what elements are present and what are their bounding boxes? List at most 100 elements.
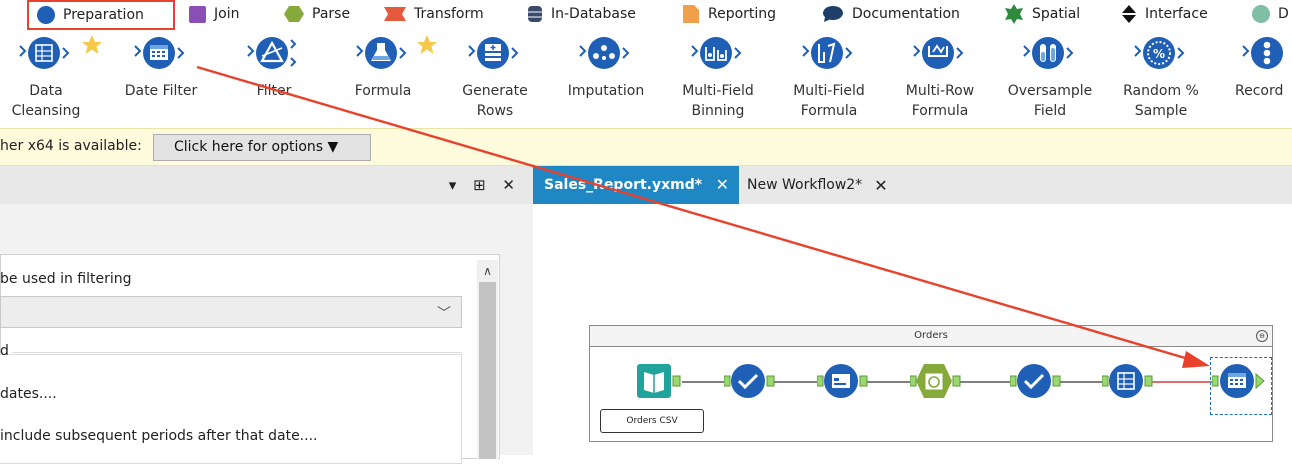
preparation-icon (37, 6, 55, 24)
join-icon (189, 5, 206, 23)
svg-text:%: % (1153, 47, 1165, 61)
tool-label: Imputation (567, 83, 645, 99)
container-title: Orders (590, 326, 1272, 347)
tool-data-cleansing[interactable]: Data Cleansing (0, 32, 102, 126)
tool-filter[interactable]: Filter (219, 32, 329, 126)
multi-field-binning-icon (691, 37, 742, 69)
imputation-icon (579, 37, 630, 69)
spatial-icon (1005, 4, 1023, 24)
scroll-up-icon[interactable]: ∧ (477, 260, 498, 280)
browse-node[interactable] (817, 362, 869, 402)
close-icon[interactable]: ✕ (874, 176, 887, 195)
option-text[interactable]: dates.... (0, 386, 57, 402)
tab-new-workflow[interactable]: New Workflow2* ✕ (747, 166, 888, 204)
tab-reporting[interactable]: Reporting (682, 0, 776, 28)
tab-label: Spatial (1032, 6, 1081, 22)
tab-documentation[interactable]: Documentation (822, 0, 960, 28)
reporting-icon (683, 5, 699, 23)
tab-data-investigation[interactable]: D (1252, 0, 1289, 28)
tool-label: Formula (354, 83, 412, 99)
tab-in-database[interactable]: In-Database (527, 0, 636, 28)
in-database-icon (528, 6, 542, 22)
tab-label: New Workflow2* (747, 177, 863, 193)
multi-row-formula-icon (913, 37, 964, 69)
tool-multi-field-binning[interactable]: Multi-Field Binning (663, 32, 773, 126)
transform-icon (384, 7, 406, 21)
tab-label: Parse (312, 6, 351, 22)
tool-multi-row-formula[interactable]: Multi-Row Formula (885, 32, 995, 126)
panel-controls[interactable]: ▾ ⊞ ✕ (449, 176, 521, 194)
tool-random-sample[interactable]: % Random % Sample (1106, 32, 1216, 126)
tab-transform[interactable]: Transform (384, 0, 484, 28)
workflow-canvas[interactable]: Orders ⊖ Orders CSV (533, 204, 1292, 455)
tab-label: In-Database (551, 6, 636, 22)
interface-icon (1122, 5, 1136, 23)
tab-label: Join (214, 6, 240, 22)
tab-label: Reporting (708, 6, 777, 22)
multi-field-formula-icon (802, 37, 853, 69)
option-text[interactable]: include subsequent periods after that da… (0, 428, 317, 444)
select-node[interactable] (1010, 362, 1062, 402)
tool-date-filter[interactable]: Date Filter (106, 32, 216, 126)
field-select[interactable]: ﹀ (0, 296, 462, 328)
tool-imputation[interactable]: Imputation (551, 32, 661, 126)
select-node[interactable] (724, 362, 776, 402)
datetime-node[interactable] (910, 362, 962, 402)
tool-container[interactable]: Orders ⊖ Orders CSV (589, 325, 1273, 442)
tab-preparation[interactable]: Preparation (27, 0, 175, 30)
group-caption: d (0, 343, 9, 359)
oversample-field-icon (1023, 37, 1074, 69)
tool-generate-rows[interactable]: Generate Rows (440, 32, 550, 126)
record-id-icon (1242, 37, 1283, 69)
configuration-content: be used in filtering ﹀ d dates.... inclu… (0, 204, 533, 464)
tab-sales-report[interactable]: Sales_Report.yxmd* ✕ (533, 166, 739, 204)
parse-icon (284, 6, 304, 22)
tool-label: Multi-Field Formula (793, 83, 865, 119)
options-button[interactable]: Click here for options ▼ (153, 134, 371, 161)
close-icon[interactable]: ✕ (716, 175, 729, 194)
tab-parse[interactable]: Parse (284, 0, 350, 28)
random-sample-icon: % (1134, 37, 1185, 69)
tab-label: Interface (1145, 6, 1208, 22)
tool-oversample-field[interactable]: Oversample Field (995, 32, 1105, 126)
drop-target-selection (1210, 357, 1272, 415)
formula-icon (356, 37, 407, 69)
category-tab-bar: Preparation Join Parse Transform In-Data… (0, 0, 1292, 31)
field-prompt: be used in filtering (0, 271, 132, 287)
data-cleansing-icon (19, 37, 70, 69)
data-investigation-icon (1252, 5, 1270, 23)
info-text: her x64 is available: (0, 138, 142, 154)
tool-label: Date Filter (124, 83, 198, 99)
vertical-scrollbar[interactable]: ∧ (477, 260, 498, 459)
data-cleansing-node[interactable] (1102, 362, 1154, 402)
tool-formula[interactable]: Formula (328, 32, 438, 126)
tab-spatial[interactable]: Spatial (1004, 0, 1080, 28)
group-divider (12, 352, 462, 353)
chevron-down-icon: ﹀ (437, 306, 451, 322)
options-group (0, 354, 462, 464)
tab-interface[interactable]: Interface (1121, 0, 1208, 28)
tool-label: Multi-Field Binning (682, 83, 754, 119)
tab-label: Preparation (63, 7, 144, 23)
tool-label: Data Cleansing (11, 83, 81, 119)
filter-icon (247, 37, 297, 69)
tool-label: Multi-Row Formula (905, 83, 975, 119)
tab-label: Transform (414, 6, 484, 22)
tool-label: Oversample Field (1007, 83, 1093, 119)
tool-label: Record (1235, 83, 1284, 99)
favorite-star-icon (82, 35, 102, 54)
configuration-panel-header: ▾ ⊞ ✕ (0, 166, 533, 204)
tool-label: Filter (256, 83, 292, 99)
workflow-tab-strip: Sales_Report.yxmd* ✕ New Workflow2* ✕ (533, 166, 1292, 204)
tab-label: D (1278, 6, 1289, 22)
tool-multi-field-formula[interactable]: Multi-Field Formula (774, 32, 884, 126)
tab-join[interactable]: Join (189, 0, 239, 28)
favorite-star-icon (417, 35, 437, 54)
scrollbar-thumb[interactable] (479, 282, 496, 459)
tool-record-id[interactable]: Record (1217, 32, 1292, 126)
collapse-icon[interactable]: ⊖ (1256, 330, 1268, 342)
tool-label: Generate Rows (462, 83, 528, 119)
info-bar: her x64 is available: Click here for opt… (0, 128, 1292, 166)
documentation-icon (823, 6, 843, 22)
input-data-node[interactable] (635, 362, 687, 402)
